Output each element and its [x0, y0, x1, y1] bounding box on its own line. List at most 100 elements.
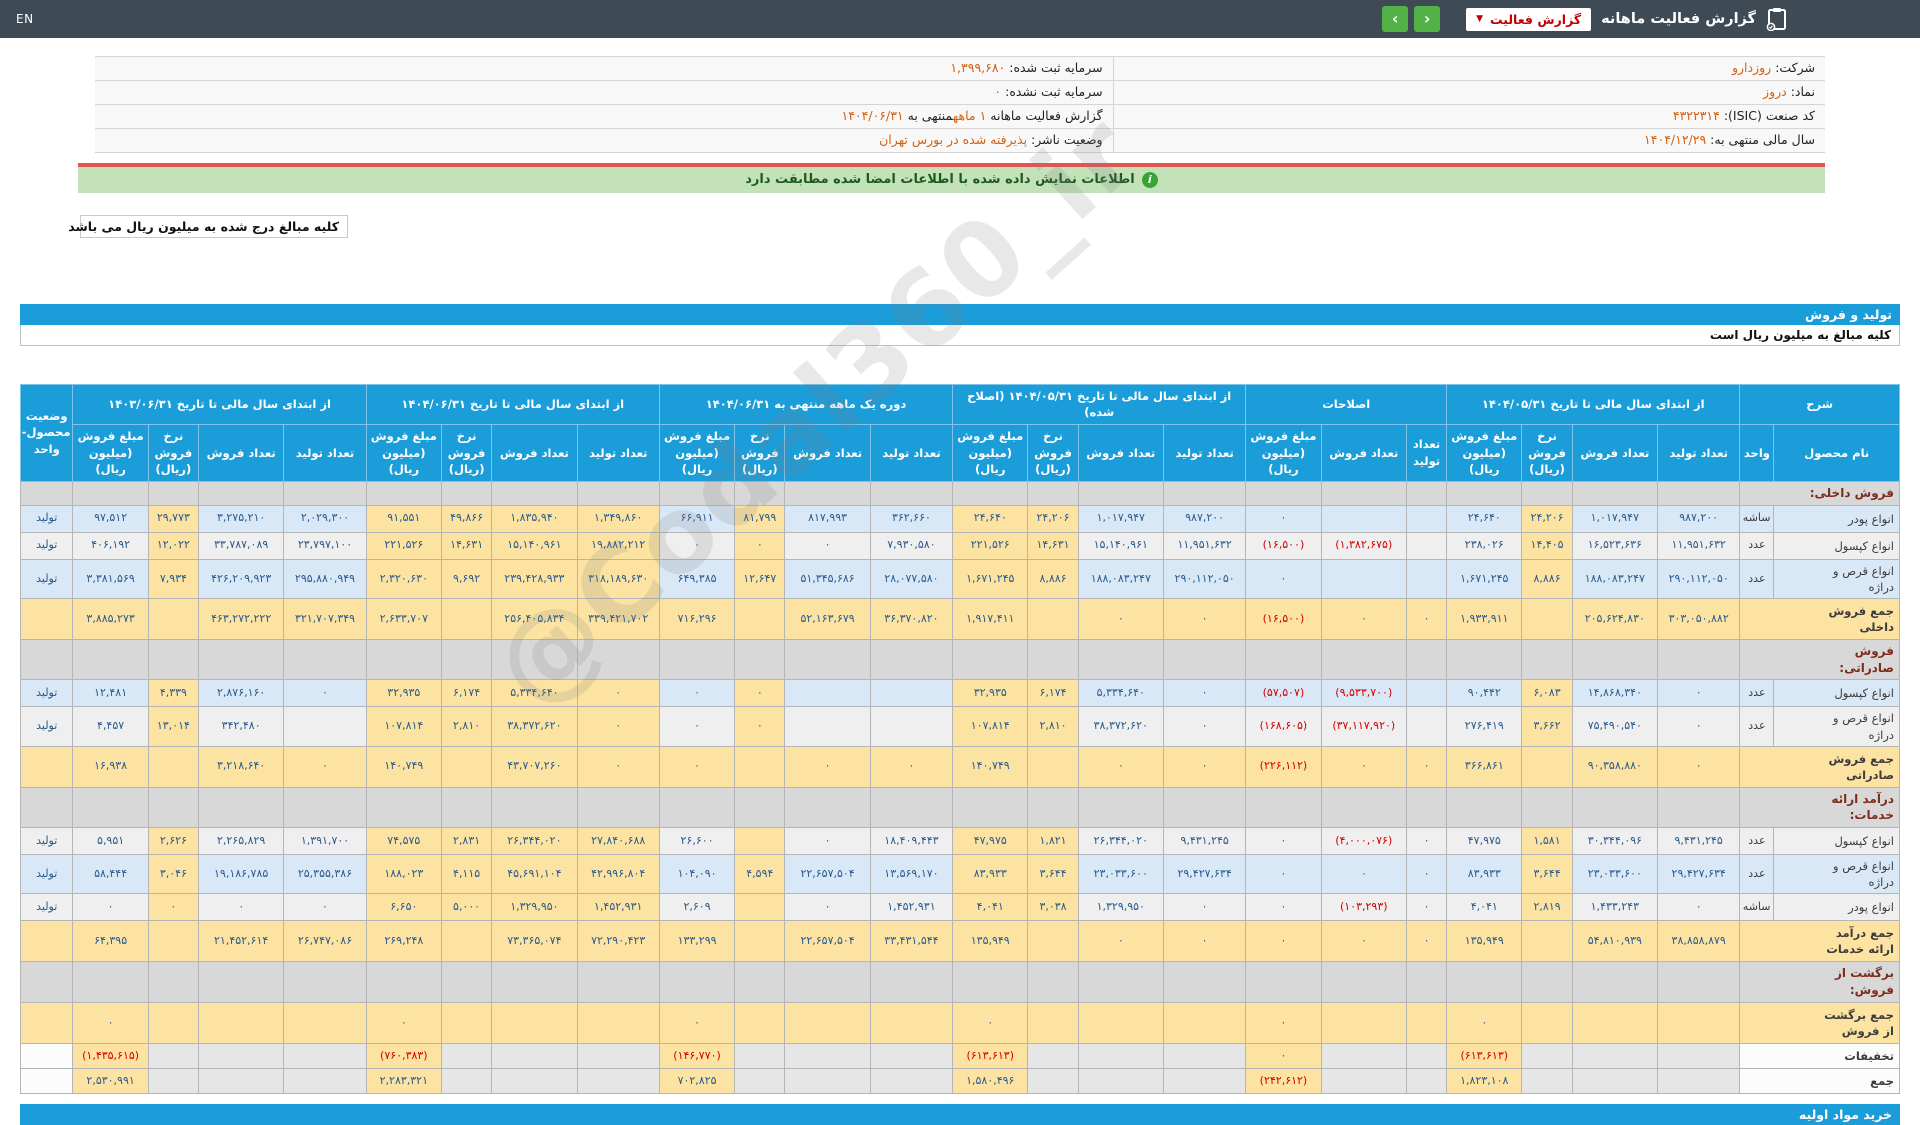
value-cell: ۱۸۸,۰۸۳,۲۴۷: [1571, 558, 1659, 599]
value-cell: ۱۵,۱۴۰,۹۶۱: [1077, 531, 1164, 560]
value-cell: ۱۵,۱۴۰,۹۶۱: [491, 531, 578, 560]
value-cell: ۲۷,۸۴۰,۶۸۸: [576, 827, 660, 856]
value-cell: (۲۴۲,۶۱۲): [1245, 1068, 1322, 1094]
table-row: انواع پودر ساشه ۰ ۱,۴۳۳,۲۴۳ ۲,۸۱۹ ۴,۰۴۱ ۰ (۱۰۳,…: [19, 893, 1900, 922]
value-cell: [491, 480, 578, 506]
value-cell: [576, 638, 660, 681]
value-cell: ۰: [1405, 597, 1448, 640]
page-title: گزارش فعالیت ماهانه: [1601, 11, 1756, 27]
value-cell: [1571, 1043, 1659, 1069]
value-cell: ۲,۸۷۶,۱۶۰: [197, 679, 285, 708]
report-type-dropdown[interactable]: گزارش فعالیت ▼: [1466, 7, 1592, 31]
value-cell: ۲۹۰,۱۱۲,۰۵۰: [1656, 558, 1741, 599]
info-value: ۱۴۰۴/۱۲/۲۹: [1644, 131, 1707, 147]
value-cell: [147, 920, 199, 963]
value-cell: [1405, 558, 1448, 599]
value-cell: [147, 480, 199, 506]
company-info-panel: شرکت: روزدارو سرمایه ثبت شده: ۱,۳۹۹,۶۸۰ نم…: [95, 56, 1825, 153]
value-cell: ۶۴,۳۹۵: [72, 920, 149, 963]
value-cell: ۲۹,۷۷۳: [147, 504, 199, 533]
value-cell: [1077, 638, 1164, 681]
value-cell: ۸۳,۹۳۳: [1446, 854, 1523, 895]
column-header-sale-amount: مبلغ فروش (میلیون ریال): [1446, 423, 1523, 482]
group-header-period: از ابتدای سال مالی تا تاریخ ۱۴۰۳/۰۶/۳۱: [72, 383, 367, 425]
value-cell: [952, 961, 1029, 1003]
value-cell: [197, 638, 285, 681]
value-cell: ۱۳۳,۲۹۹: [658, 920, 736, 963]
value-cell: ۵۲,۱۶۳,۶۷۹: [784, 597, 871, 640]
value-cell: [869, 961, 954, 1003]
value-cell: ۳۸,۸۵۸,۸۷۹: [1656, 920, 1741, 963]
value-cell: [440, 597, 493, 640]
value-cell: ۰: [1656, 745, 1741, 788]
unit-cell: عدد: [1739, 558, 1775, 599]
column-header-qty-sold: تعداد فروش: [491, 423, 578, 482]
value-cell: ۰: [283, 745, 367, 788]
value-cell: ۱,۶۷۱,۲۴۵: [952, 558, 1029, 599]
info-label: نماد:: [1786, 83, 1815, 99]
value-cell: ۱,۵۸۰,۴۹۶: [952, 1068, 1029, 1094]
value-cell: [147, 1043, 199, 1069]
value-cell: [1656, 638, 1741, 681]
value-cell: ۲,۰۲۹,۳۰۰: [283, 504, 367, 533]
section-subtitle-unit: کلیه مبالغ به میلیون ریال است: [20, 324, 1900, 346]
unit-cell: عدد: [1739, 531, 1775, 560]
value-cell: ۱۴۰,۷۴۹: [952, 745, 1029, 788]
column-header-qty-produced: تعداد تولید: [869, 423, 954, 482]
next-report-button[interactable]: ›: [1382, 6, 1409, 32]
value-cell: [869, 706, 954, 747]
value-cell: ۷۲,۲۹۰,۴۲۳: [576, 920, 660, 963]
value-cell: ۲,۶۳۳,۷۰۷: [365, 597, 443, 640]
value-cell: [1521, 1043, 1573, 1069]
table-row: انواع کپسول عدد ۹,۴۳۱,۲۴۵ ۳۰,۳۴۴,۰۹۶ ۱,۵۸۱ ۴۷…: [19, 827, 1900, 856]
value-cell: ۰: [1162, 893, 1247, 922]
value-cell: ۷,۹۳۰,۵۸۰: [869, 531, 954, 560]
value-cell: [1027, 1002, 1079, 1044]
info-value-link[interactable]: دروز: [1763, 84, 1787, 99]
column-header-qty-sold: تعداد فروش: [784, 423, 871, 482]
value-cell: ۰: [658, 679, 736, 708]
value-cell: [784, 961, 871, 1003]
status-cell: [19, 961, 74, 1003]
value-cell: (۱۶,۵۰۰): [1245, 597, 1322, 640]
info-value: ۱ ماهه: [952, 107, 987, 123]
value-cell: [1162, 786, 1247, 829]
value-cell: ۲,۸۱۰: [1027, 706, 1079, 747]
value-cell: ۹۸۷,۲۰۰: [1656, 504, 1741, 533]
value-cell: [147, 638, 199, 681]
group-header-period: از ابتدای سال مالی تا تاریخ ۱۴۰۴/۰۵/۳۱ (…: [952, 383, 1247, 425]
value-cell: ۰: [72, 1002, 149, 1044]
value-cell: ۲۶,۳۴۴,۰۲۰: [491, 827, 578, 856]
value-cell: [869, 786, 954, 829]
value-cell: ۳,۲۱۸,۶۴۰: [197, 745, 285, 788]
status-cell: تولید: [19, 531, 74, 560]
info-value-link[interactable]: روزدارو: [1732, 60, 1771, 75]
value-cell: [283, 1068, 367, 1094]
value-cell: ۰: [784, 893, 871, 922]
product-name-cell: جمع فروش داخلی: [1739, 597, 1900, 640]
value-cell: ۹,۶۹۲: [440, 558, 493, 599]
value-cell: ۳۲۱,۷۰۷,۳۴۹: [283, 597, 367, 640]
value-cell: [576, 786, 660, 829]
value-cell: ۱۳۵,۹۴۹: [952, 920, 1029, 963]
previous-report-button[interactable]: ‹: [1414, 6, 1441, 32]
value-cell: ۲۶,۶۰۰: [658, 827, 736, 856]
value-cell: [491, 1043, 578, 1069]
column-header-product-name: نام محصول: [1773, 423, 1900, 482]
section-header-raw-materials: خرید مواد اولیه: [20, 1104, 1900, 1125]
info-row: سال مالی منتهی به: ۱۴۰۴/۱۲/۲۹ وضعیت ناشر:…: [95, 128, 1825, 153]
value-cell: ۸,۸۸۶: [1521, 558, 1573, 599]
table-row: جمع ۱,۸۲۳,۱۰۸ (۲۴۲,۶۱۲) ۱,۵۸۰,۴۹۶ ۷۰۲,۸۲۵ ۲,۲…: [19, 1068, 1900, 1094]
value-cell: [283, 786, 367, 829]
value-cell: [197, 1002, 285, 1044]
language-toggle-en[interactable]: EN: [16, 12, 34, 26]
value-cell: ۴۳,۷۰۷,۲۶۰: [491, 745, 578, 788]
value-cell: [658, 480, 736, 506]
value-cell: ۱۸۸,۰۸۳,۲۴۷: [1077, 558, 1164, 599]
value-cell: [1027, 1043, 1079, 1069]
value-cell: [576, 961, 660, 1003]
value-cell: ۰: [734, 706, 786, 747]
value-cell: ۱,۴۳۳,۲۴۳: [1571, 893, 1659, 922]
value-cell: [72, 786, 149, 829]
column-header-qty-produced: تعداد تولید: [283, 423, 367, 482]
